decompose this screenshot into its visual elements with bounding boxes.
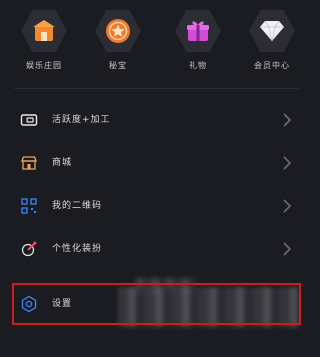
shortcut-label: 会员中心 [254, 61, 290, 70]
menu-item-personalize[interactable]: 个性化装扮 [0, 229, 313, 269]
chevron-right-icon [281, 241, 293, 257]
shortcut-treasure[interactable]: 秘宝 [82, 8, 154, 78]
house-icon [21, 9, 67, 53]
menu-item-store[interactable]: 商城 [0, 143, 313, 183]
diamond-icon [249, 9, 295, 53]
profile-menu-screen: 娱乐庄园 秘宝 礼物 会员中心 活跃度+加工 商城 我的二维码 个性化装扮 设置 [0, 0, 313, 357]
treasure-star-icon [95, 9, 141, 53]
shortcut-row: 娱乐庄园 秘宝 礼物 会员中心 [0, 0, 313, 86]
menu-item-activity[interactable]: 活跃度+加工 [0, 100, 313, 140]
menu-item-qr-code[interactable]: 我的二维码 [0, 186, 313, 226]
chevron-right-icon [281, 155, 293, 171]
shortcut-member-center[interactable]: 会员中心 [236, 8, 308, 78]
gift-icon [175, 9, 221, 53]
divider [14, 88, 299, 89]
settings-highlight-box [12, 283, 301, 325]
store-icon [20, 154, 38, 172]
menu-item-label: 个性化装扮 [52, 244, 103, 254]
menu-item-label: 我的二维码 [52, 201, 103, 211]
qr-code-icon [20, 197, 38, 215]
shortcut-label: 秘宝 [109, 61, 127, 70]
menu-item-label: 商城 [52, 158, 73, 168]
menu-item-label: 活跃度+加工 [52, 115, 111, 125]
chevron-right-icon [281, 112, 293, 128]
paint-brush-icon [20, 240, 38, 258]
ticket-icon [20, 111, 38, 129]
shortcut-label: 娱乐庄园 [26, 61, 62, 70]
shortcut-label: 礼物 [189, 61, 207, 70]
shortcut-entertainment-manor[interactable]: 娱乐庄园 [8, 8, 80, 78]
chevron-right-icon [281, 198, 293, 214]
shortcut-gift[interactable]: 礼物 [162, 8, 234, 78]
